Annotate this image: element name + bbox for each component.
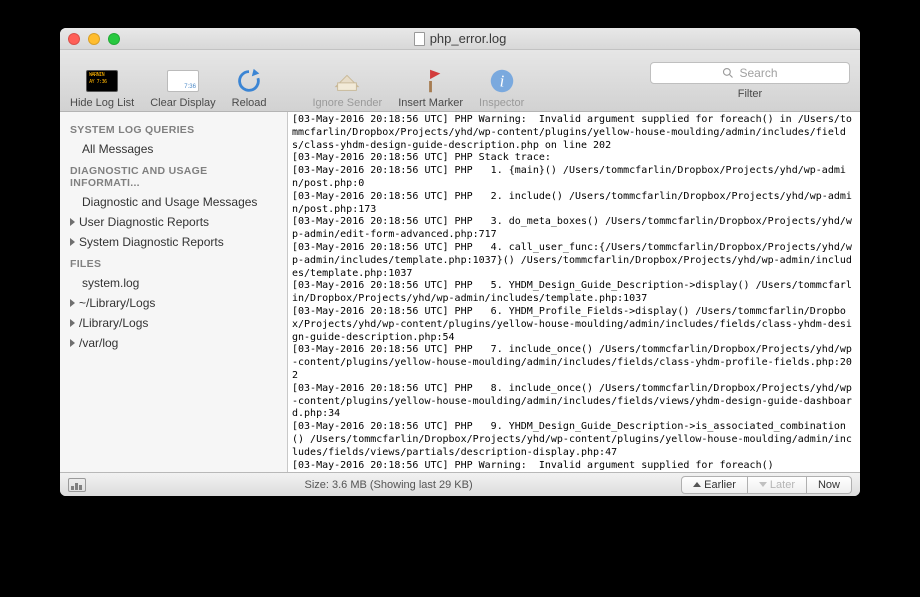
clear-display-button[interactable]: Clear Display	[150, 53, 215, 109]
log-content[interactable]: [03-May-2016 20:18:56 UTC] PHP Warning: …	[288, 112, 860, 472]
navigation-segment: Earlier Later Now	[681, 476, 852, 494]
sidebar-item-all-messages[interactable]: All Messages	[60, 139, 287, 159]
log-line: [03-May-2016 20:18:56 UTC] PHP 5. YHDM_D…	[292, 280, 852, 304]
titlebar[interactable]: php_error.log	[60, 28, 860, 50]
log-line: [03-May-2016 20:18:56 UTC] PHP 4. call_u…	[292, 242, 852, 279]
insert-marker-button[interactable]: Insert Marker	[398, 53, 463, 109]
ignore-sender-icon	[331, 65, 363, 97]
disclosure-triangle-icon[interactable]	[70, 299, 75, 307]
search-wrap: Search Filter	[650, 62, 850, 100]
log-line: [03-May-2016 20:18:56 UTC] PHP 2. includ…	[292, 191, 852, 215]
sidebar-section-system: SYSTEM LOG QUERIES	[60, 118, 287, 139]
toolbar: Hide Log List Clear Display Reload Ignor…	[60, 50, 860, 112]
inspector-button[interactable]: i Inspector	[479, 53, 524, 109]
window-title-text: php_error.log	[430, 31, 507, 46]
sidebar-item-var-log[interactable]: /var/log	[60, 333, 287, 353]
svg-text:i: i	[499, 71, 504, 90]
log-line: [03-May-2016 20:18:56 UTC] PHP 9. YHDM_D…	[292, 421, 852, 458]
triangle-down-icon	[759, 482, 767, 487]
log-line: [03-May-2016 20:18:56 UTC] PHP Warning: …	[292, 460, 774, 471]
reload-button[interactable]: Reload	[232, 53, 267, 109]
clear-display-label: Clear Display	[150, 97, 215, 109]
disclosure-triangle-icon[interactable]	[70, 319, 75, 327]
log-line: [03-May-2016 20:18:56 UTC] PHP 1. {main}…	[292, 165, 846, 189]
disclosure-triangle-icon[interactable]	[70, 238, 75, 246]
log-line: [03-May-2016 20:18:56 UTC] PHP Warning: …	[292, 114, 852, 151]
disclosure-triangle-icon[interactable]	[70, 339, 75, 347]
traffic-lights	[68, 33, 120, 45]
ignore-sender-label: Ignore Sender	[313, 97, 383, 109]
ignore-sender-button[interactable]: Ignore Sender	[313, 53, 383, 109]
sidebar: SYSTEM LOG QUERIES All Messages DIAGNOST…	[60, 112, 288, 472]
now-button[interactable]: Now	[807, 476, 852, 494]
earlier-button[interactable]: Earlier	[681, 476, 748, 494]
window-title: php_error.log	[60, 31, 860, 46]
log-line: [03-May-2016 20:18:56 UTC] PHP 8. includ…	[292, 383, 852, 420]
sidebar-section-files: FILES	[60, 252, 287, 273]
sidebar-item-system-log[interactable]: system.log	[60, 273, 287, 293]
hide-log-list-icon	[86, 70, 118, 92]
maximize-button[interactable]	[108, 33, 120, 45]
log-line: [03-May-2016 20:18:56 UTC] PHP 3. do_met…	[292, 216, 852, 240]
search-placeholder: Search	[739, 66, 777, 80]
log-line: [03-May-2016 20:18:56 UTC] PHP 7. includ…	[292, 344, 852, 381]
search-icon	[722, 67, 734, 79]
log-line: [03-May-2016 20:18:56 UTC] PHP 6. YHDM_P…	[292, 306, 852, 343]
document-icon	[414, 32, 425, 46]
console-window: php_error.log Hide Log List Clear Displa…	[60, 28, 860, 496]
activity-icon[interactable]	[68, 478, 86, 492]
search-input[interactable]: Search	[650, 62, 850, 84]
minimize-button[interactable]	[88, 33, 100, 45]
log-line: [03-May-2016 20:18:56 UTC] PHP Stack tra…	[292, 152, 551, 163]
hide-log-list-button[interactable]: Hide Log List	[70, 53, 134, 109]
close-button[interactable]	[68, 33, 80, 45]
sidebar-section-diagnostic: DIAGNOSTIC AND USAGE INFORMATI...	[60, 159, 287, 192]
sidebar-item-diag-usage[interactable]: Diagnostic and Usage Messages	[60, 192, 287, 212]
status-bar: Size: 3.6 MB (Showing last 29 KB) Earlie…	[60, 472, 860, 496]
hide-log-list-label: Hide Log List	[70, 97, 134, 109]
triangle-up-icon	[693, 482, 701, 487]
insert-marker-icon	[415, 65, 447, 97]
disclosure-triangle-icon[interactable]	[70, 218, 75, 226]
reload-label: Reload	[232, 97, 267, 109]
sidebar-item-library-logs[interactable]: /Library/Logs	[60, 313, 287, 333]
sidebar-item-user-diag[interactable]: User Diagnostic Reports	[60, 212, 287, 232]
reload-icon	[233, 65, 265, 97]
inspector-label: Inspector	[479, 97, 524, 109]
inspector-icon: i	[486, 65, 518, 97]
sidebar-item-library-logs-home[interactable]: ~/Library/Logs	[60, 293, 287, 313]
filter-label: Filter	[738, 88, 762, 100]
sidebar-item-system-diag[interactable]: System Diagnostic Reports	[60, 232, 287, 252]
clear-display-icon	[167, 70, 199, 92]
later-button[interactable]: Later	[748, 476, 807, 494]
status-text: Size: 3.6 MB (Showing last 29 KB)	[96, 479, 681, 491]
insert-marker-label: Insert Marker	[398, 97, 463, 109]
body-area: SYSTEM LOG QUERIES All Messages DIAGNOST…	[60, 112, 860, 472]
